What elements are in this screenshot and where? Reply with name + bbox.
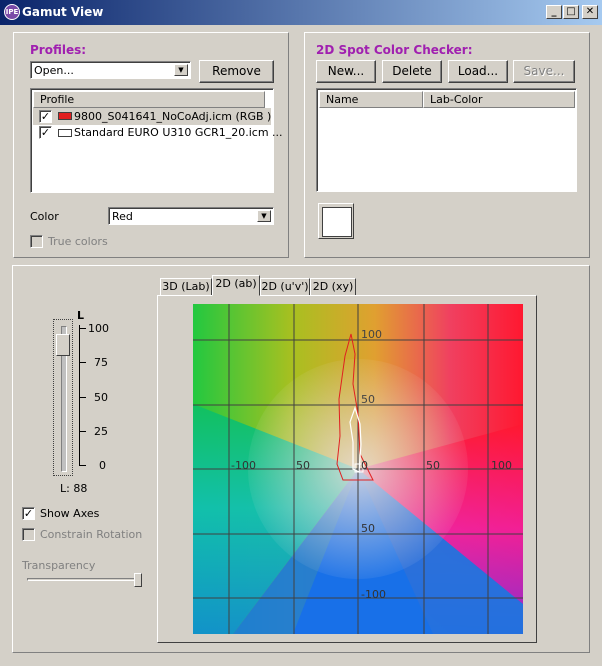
- slider-title: L: [77, 309, 85, 322]
- profile-2-checkbox[interactable]: ✓: [39, 126, 52, 139]
- tab-2d-ab[interactable]: 2D (ab): [212, 275, 260, 296]
- spot-color-list[interactable]: Name Lab-Color: [316, 88, 577, 192]
- profile-1-checkbox[interactable]: ✓: [39, 110, 52, 123]
- app-icon: IPE: [4, 4, 20, 20]
- axis-label-top-50: 50: [361, 393, 375, 406]
- load-spot-button[interactable]: Load...: [448, 60, 508, 83]
- lab-color-column-header[interactable]: Lab-Color: [423, 91, 575, 108]
- slider-scale-line: [79, 325, 80, 466]
- true-colors-checkbox[interactable]: [30, 235, 43, 248]
- delete-spot-button[interactable]: Delete: [382, 60, 442, 83]
- true-colors-label: True colors: [48, 235, 108, 248]
- l-readout: L: 88: [60, 482, 88, 495]
- axis-label-left-100: -100: [231, 459, 256, 472]
- slider-tick-0: 0: [99, 459, 106, 472]
- name-column-header[interactable]: Name: [319, 91, 423, 108]
- slider-tick-50: 50: [94, 391, 108, 404]
- remove-button[interactable]: Remove: [199, 60, 274, 83]
- profile-1-name: 9800_S041641_NoCoAdj.icm (RGB ): [74, 110, 272, 123]
- profile-1-swatch: [58, 112, 72, 120]
- axis-label-bottom-50: 50: [361, 522, 375, 535]
- window-title: Gamut View: [22, 5, 104, 19]
- tab-2d-uv[interactable]: 2D (u'v'): [260, 278, 310, 296]
- profile-row-1[interactable]: ✓ 9800_S041641_NoCoAdj.icm (RGB ): [33, 108, 271, 125]
- constrain-rotation-label: Constrain Rotation: [40, 528, 143, 541]
- spot-color-swatch-button[interactable]: [318, 203, 354, 239]
- save-spot-button[interactable]: Save...: [513, 60, 575, 83]
- title-bar: IPE Gamut View _ □ ✕: [0, 0, 602, 25]
- spot-color-swatch: [322, 207, 352, 237]
- open-profile-combo[interactable]: Open... ▼: [30, 61, 191, 79]
- close-button[interactable]: ✕: [582, 5, 598, 19]
- l-slider-thumb[interactable]: [56, 334, 70, 356]
- new-spot-button[interactable]: New...: [316, 60, 376, 83]
- color-label: Color: [30, 210, 59, 223]
- tab-3d-lab[interactable]: 3D (Lab): [160, 278, 212, 296]
- axis-label-right-100: 100: [491, 459, 512, 472]
- axis-label-zero: 0: [361, 459, 368, 472]
- transparency-label: Transparency: [22, 559, 96, 572]
- axis-label-right-50: 50: [426, 459, 440, 472]
- tab-2d-xy[interactable]: 2D (xy): [310, 278, 356, 296]
- profile-row-2[interactable]: ✓ Standard EURO U310 GCR1_20.icm ...: [33, 125, 283, 142]
- slider-tick-75: 75: [94, 356, 108, 369]
- axis-label-left-50: 50: [296, 459, 310, 472]
- transparency-slider-thumb[interactable]: [134, 573, 142, 587]
- l-slider[interactable]: [53, 319, 73, 476]
- profile-list[interactable]: Profile ✓ 9800_S041641_NoCoAdj.icm (RGB …: [30, 88, 283, 193]
- profiles-heading: Profiles:: [30, 43, 87, 57]
- profile-2-name: Standard EURO U310 GCR1_20.icm ...: [74, 126, 283, 139]
- profile-column-header[interactable]: Profile: [33, 91, 265, 108]
- axis-label-top-100: 100: [361, 328, 382, 341]
- transparency-slider[interactable]: [27, 578, 139, 581]
- chevron-down-icon[interactable]: ▼: [174, 64, 188, 76]
- show-axes-checkbox[interactable]: ✓: [22, 507, 35, 520]
- spot-color-heading: 2D Spot Color Checker:: [316, 43, 473, 57]
- color-combo[interactable]: Red ▼: [108, 207, 274, 225]
- slider-tick-100: 100: [88, 322, 109, 335]
- chevron-down-icon[interactable]: ▼: [257, 210, 271, 222]
- constrain-rotation-checkbox[interactable]: [22, 528, 35, 541]
- profile-2-swatch: [58, 129, 72, 137]
- slider-tick-25: 25: [94, 425, 108, 438]
- show-axes-label: Show Axes: [40, 507, 100, 520]
- axis-label-bottom-100: -100: [361, 588, 386, 601]
- open-profile-value: Open...: [34, 64, 74, 77]
- color-value: Red: [112, 210, 133, 223]
- minimize-button[interactable]: _: [546, 5, 562, 19]
- maximize-button[interactable]: □: [563, 5, 579, 19]
